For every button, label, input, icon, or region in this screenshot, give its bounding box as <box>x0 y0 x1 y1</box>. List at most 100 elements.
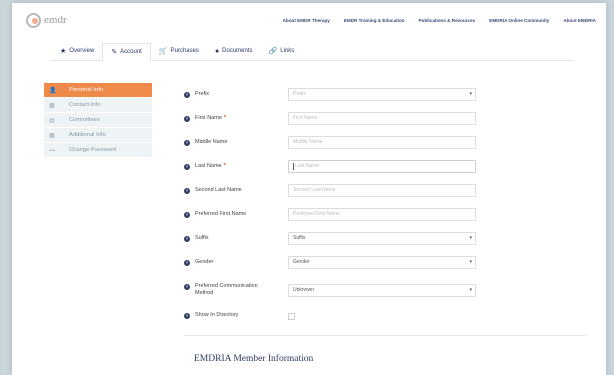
tab-label: Documents <box>222 48 253 54</box>
help-icon[interactable]: ? <box>184 92 190 98</box>
info-icon: ▦ <box>49 132 55 139</box>
prefix-row: ? Prefix Prefix ▾ <box>184 83 586 107</box>
help-icon[interactable]: ? <box>184 116 190 122</box>
star-icon: ★ <box>60 48 67 55</box>
edit-icon: ✎ <box>111 49 118 56</box>
show-in-directory-row: ? Show In Directory <box>184 304 586 328</box>
gender-value: Gender <box>293 259 310 265</box>
suffix-label: Suffix <box>195 235 209 241</box>
preferred-first-name-placeholder: Preferred First Name <box>293 211 340 217</box>
tab-links[interactable]: 🔗 Links <box>261 42 303 60</box>
site-logo[interactable]: emdr <box>26 12 67 28</box>
preferred-first-name-input[interactable]: Preferred First Name <box>288 208 476 221</box>
help-icon[interactable]: ? <box>184 188 190 194</box>
second-last-name-input[interactable]: Second Last Name <box>288 184 476 197</box>
sidebar-item-label: Contact Info <box>69 102 101 108</box>
nav-about-emdr-therapy[interactable]: About EMDR Therapy <box>283 18 330 23</box>
last-name-placeholder: Last Name <box>295 163 320 169</box>
personal-info-form: ? Prefix Prefix ▾ ? First Name * First Na… <box>184 83 586 328</box>
sidebar-item-additional-info[interactable]: ▦ Additional Info <box>44 128 152 143</box>
logo-icon <box>26 12 41 28</box>
last-name-label-text: Last Name <box>195 163 222 169</box>
sidebar-item-personal-info[interactable]: 👤 Personal Info <box>44 83 152 98</box>
section-divider <box>184 335 586 336</box>
tab-overview[interactable]: ★ Overview <box>52 42 102 60</box>
preferred-first-name-row: ? Preferred First Name Preferred First N… <box>184 203 586 227</box>
person-icon: 👤 <box>49 87 57 94</box>
gender-label: Gender <box>195 259 214 265</box>
tab-label: Account <box>120 49 142 55</box>
help-icon[interactable]: ? <box>184 212 190 218</box>
sidebar-item-label: Additional Info <box>69 132 106 138</box>
last-name-input[interactable]: Last Name <box>288 160 476 173</box>
sidebar-item-change-password[interactable]: ⊶ Change Password <box>44 143 152 158</box>
help-icon[interactable]: ? <box>184 260 190 266</box>
show-in-directory-label: Show In Directory <box>195 312 239 318</box>
first-name-row: ? First Name * First Name <box>184 107 586 131</box>
cart-icon: 🛒 <box>158 48 168 55</box>
prefix-label: Prefix <box>195 91 210 97</box>
chevron-down-icon: ▾ <box>469 91 472 97</box>
tab-documents[interactable]: ● Documents <box>207 42 261 60</box>
chevron-down-icon: ▾ <box>469 235 472 241</box>
required-marker: * <box>223 163 226 169</box>
suffix-select[interactable]: Suffix ▾ <box>288 232 476 245</box>
middle-name-input[interactable]: Middle Name <box>288 136 476 149</box>
last-name-label: Last Name * <box>195 163 275 170</box>
middle-name-placeholder: Middle Name <box>293 139 323 145</box>
prefix-value: Prefix <box>293 91 306 97</box>
key-icon: ⊶ <box>49 147 55 154</box>
preferred-communication-value: Unknown <box>293 287 314 293</box>
suffix-value: Suffix <box>293 235 306 241</box>
middle-name-label: Middle Name <box>195 139 228 145</box>
gender-row: ? Gender Gender ▾ <box>184 251 586 275</box>
browser-page: emdr About EMDR Therapy EMDR Training & … <box>12 3 606 375</box>
tab-label: Overview <box>69 48 95 54</box>
prefix-select[interactable]: Prefix ▾ <box>288 88 476 101</box>
suffix-row: ? Suffix Suffix ▾ <box>184 227 586 251</box>
help-icon[interactable]: ? <box>184 284 190 290</box>
help-icon[interactable]: ? <box>184 164 190 170</box>
account-sidebar: 👤 Personal Info ▦ Contact Info ▤ Committ… <box>44 83 152 158</box>
site-header: emdr About EMDR Therapy EMDR Training & … <box>12 3 606 37</box>
account-tabs: ★ Overview ✎ Account 🛒 Purchases ● Docum… <box>52 41 572 61</box>
top-navigation: About EMDR Therapy EMDR Training & Educa… <box>283 18 596 23</box>
help-icon[interactable]: ? <box>184 236 190 242</box>
gender-select[interactable]: Gender ▾ <box>288 256 476 269</box>
nav-online-community[interactable]: EMDRIA Online Community <box>489 18 549 23</box>
sidebar-item-committees[interactable]: ▤ Committees <box>44 113 152 128</box>
preferred-communication-row: ? Preferred Communication Method Unknown… <box>184 275 586 304</box>
section-title: EMDRIA Member Information <box>194 354 314 364</box>
nav-publications-resources[interactable]: Publications & Resources <box>419 18 476 23</box>
committees-icon: ▤ <box>49 117 55 124</box>
logo-text: emdr <box>44 13 67 26</box>
show-in-directory-checkbox[interactable] <box>288 313 295 320</box>
second-last-name-row: ? Second Last Name Second Last Name <box>184 179 586 203</box>
tab-account[interactable]: ✎ Account <box>102 43 151 61</box>
contact-icon: ▦ <box>49 102 55 109</box>
nav-about-emdria[interactable]: About EMDRIA <box>563 18 596 23</box>
document-icon: ● <box>214 47 220 55</box>
first-name-input[interactable]: First Name <box>288 112 476 125</box>
nav-training-education[interactable]: EMDR Training & Education <box>344 18 405 23</box>
help-icon[interactable]: ? <box>184 313 190 319</box>
first-name-placeholder: First Name <box>293 115 318 121</box>
first-name-label: First Name * <box>195 115 275 122</box>
preferred-communication-label: Preferred Communication Method <box>195 283 258 296</box>
chevron-down-icon: ▾ <box>469 259 472 265</box>
sidebar-item-label: Committees <box>69 117 100 123</box>
tab-purchases[interactable]: 🛒 Purchases <box>151 42 207 60</box>
preferred-communication-select[interactable]: Unknown ▾ <box>288 284 476 297</box>
required-marker: * <box>223 115 227 121</box>
chevron-down-icon: ▾ <box>469 287 472 293</box>
preferred-first-name-label: Preferred First Name <box>195 211 247 217</box>
tab-label: Purchases <box>170 48 199 54</box>
sidebar-item-label: Change Password <box>69 147 117 153</box>
last-name-row: ? Last Name * Last Name <box>184 155 586 179</box>
sidebar-item-contact-info[interactable]: ▦ Contact Info <box>44 98 152 113</box>
middle-name-row: ? Middle Name Middle Name <box>184 131 586 155</box>
link-icon: 🔗 <box>268 48 278 55</box>
help-icon[interactable]: ? <box>184 140 190 146</box>
tab-label: Links <box>280 48 295 54</box>
sidebar-item-label: Personal Info <box>69 87 104 93</box>
